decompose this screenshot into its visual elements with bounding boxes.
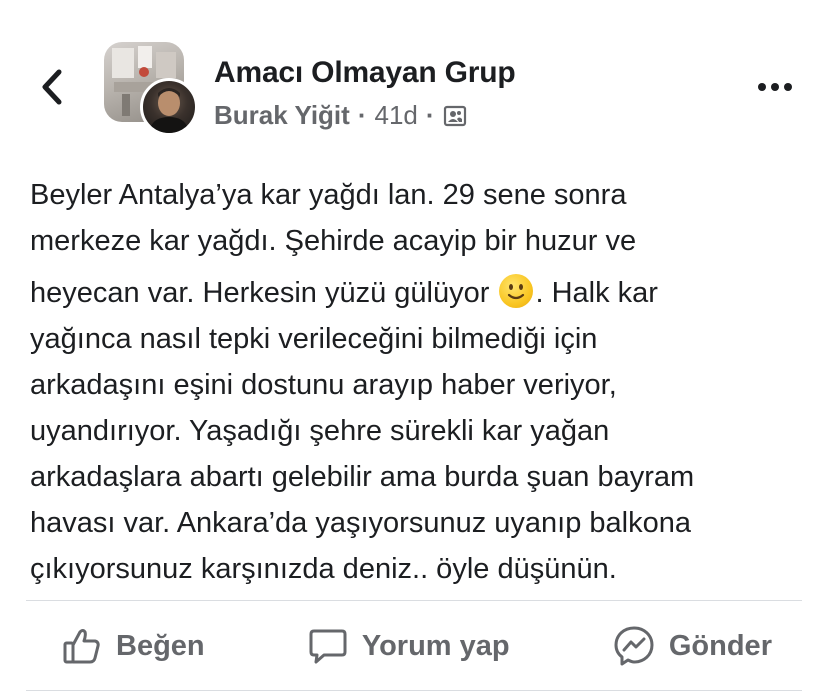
chevron-left-icon [42,69,62,105]
post-time[interactable]: 41d [375,100,418,131]
slightly-smiling-face-icon [499,274,534,308]
actions-top-divider [26,600,802,601]
post-line-segment: . Halk kar [535,277,658,309]
post-line-segment: heyecan var. Herkesin yüzü gülüyor [30,277,490,309]
post-line: yağınca nasıl tepki verileceğini bilmedi… [30,323,598,355]
post-line: Beyler Antalya’ya kar yağdı lan. 29 sene… [30,179,627,211]
comment-label: Yorum yap [361,629,510,662]
more-options-button[interactable] [748,70,802,104]
back-button[interactable] [30,62,74,112]
comment-button[interactable]: Yorum yap [308,626,510,666]
post-line: arkadaşlara abartı gelebilir ama burda ş… [30,461,695,493]
thumbs-up-icon [63,629,100,664]
post-line: çıkıyorsunuz karşınızda deniz.. öyle düş… [30,553,617,585]
post-line: uyandırıyor. Yaşadığı şehre sürekli kar … [30,415,610,447]
messenger-icon [614,626,654,666]
post-view: Amacı Olmayan Grup Burak Yiğit · 41d · B… [0,0,828,694]
group-avatar[interactable] [104,42,198,136]
author-avatar[interactable] [140,78,198,136]
send-button[interactable]: Gönder [613,625,772,667]
send-label: Gönder [668,629,772,662]
post-line-with-emoji: heyecan var. Herkesin yüzü gülüyor . Hal… [30,270,800,316]
meta-separator: · [425,100,435,130]
post-line: merkeze kar yağdı. Şehirde acayip bir hu… [30,225,637,257]
actions-bottom-divider [26,690,802,691]
more-horizontal-icon [758,83,766,91]
post-line: arkadaşını eşini dostunu arayıp haber ve… [30,369,617,401]
group-privacy-icon [443,105,466,126]
post-actions-bar: Beğen Yorum yap Gönder [26,602,802,690]
post-text: Beyler Antalya’ya kar yağdı lan. 29 sene… [30,172,800,592]
like-label: Beğen [116,629,205,662]
post-line: havası var. Ankara’da yaşıyorsunuz uyanı… [30,507,691,539]
post-meta: Burak Yiğit · 41d · [214,100,467,131]
like-button[interactable]: Beğen [62,626,205,666]
comment-icon [309,629,347,664]
meta-separator: · [357,100,367,130]
author-name[interactable]: Burak Yiğit [214,100,350,131]
group-name[interactable]: Amacı Olmayan Grup [214,56,516,90]
